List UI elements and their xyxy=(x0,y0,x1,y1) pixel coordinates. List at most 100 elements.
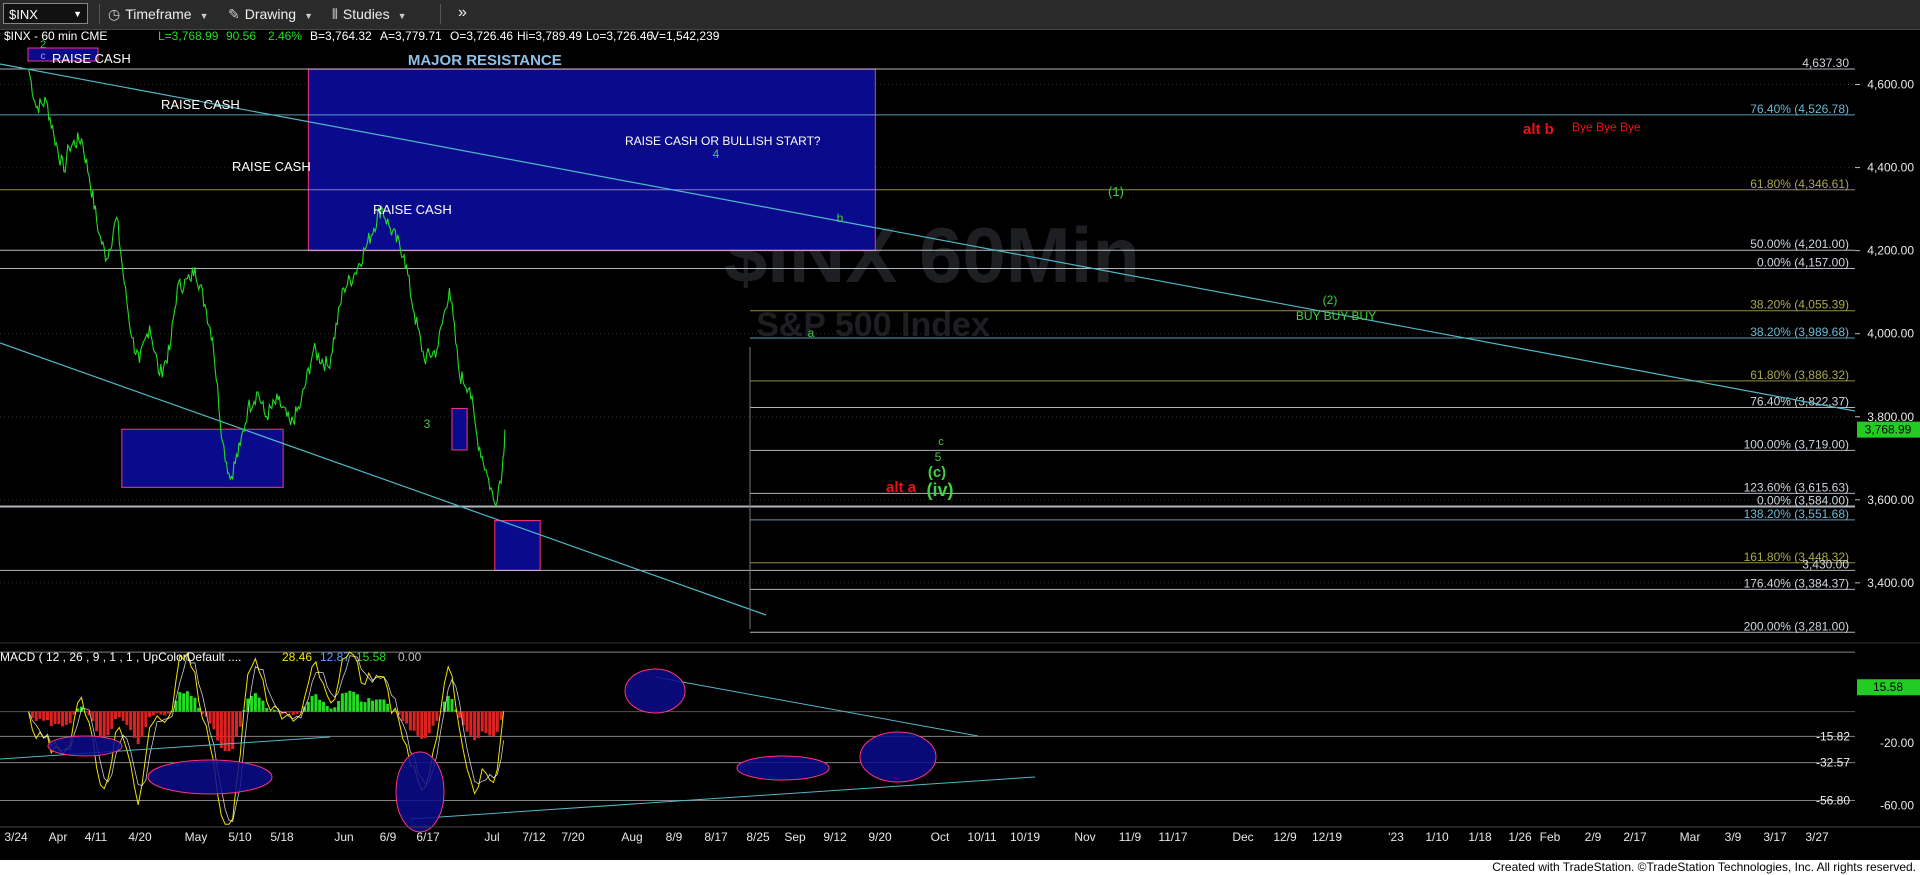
open-value: O=3,726.46 xyxy=(450,29,513,43)
price-axis-label: 4,000.00 xyxy=(1867,327,1914,341)
date-axis-label: Jul xyxy=(484,830,499,844)
studies-icon: ⫴ xyxy=(332,6,338,22)
zone-box xyxy=(121,428,284,488)
date-axis-label: Jun xyxy=(334,830,353,844)
macd-highlight-ellipse xyxy=(859,731,937,783)
zone-label: MAJOR RESISTANCE xyxy=(408,52,562,69)
tradestation-window: { "toolbar": { "symbol": "$INX", "timefr… xyxy=(0,0,1920,875)
bid-value: B=3,764.32 xyxy=(310,29,372,43)
symbol-selector[interactable]: $INX ▼ xyxy=(3,3,88,24)
fib-level-label: 138.20% (3,551.68) xyxy=(1744,507,1849,521)
chevron-down-icon: ▼ xyxy=(304,11,314,21)
fib-level-label: 4,637.30 xyxy=(1802,56,1849,70)
date-axis-label: Apr xyxy=(49,830,68,844)
wave-annotation: c xyxy=(41,51,46,62)
wave-annotation: RAISE CASH xyxy=(52,51,131,66)
price-axis-label: 4,600.00 xyxy=(1867,78,1914,92)
toolbar: $INX ▼ ◷ Timeframe ▼ ✎ Drawing ▼ ⫴ Studies ▼ » xyxy=(0,0,1920,30)
low-value: Lo=3,726.46 xyxy=(586,29,653,43)
fib-level-label: 176.40% (3,384.37) xyxy=(1744,576,1849,590)
date-axis-label: 3/27 xyxy=(1805,830,1829,844)
more-tools-button[interactable]: » xyxy=(458,2,467,23)
fib-level-label: 76.40% (3,822.37) xyxy=(1750,394,1849,408)
wave-annotation: 3 xyxy=(424,417,431,431)
date-axis-label: 8/9 xyxy=(666,830,683,844)
chevron-down-icon: ▼ xyxy=(397,11,407,21)
trend-line xyxy=(0,63,1856,412)
macd-highlight-ellipse xyxy=(624,668,686,714)
fib-level-label: 200.00% (3,281.00) xyxy=(1744,619,1849,633)
macd-level-label: -15.82 xyxy=(1816,729,1850,743)
wave-annotation: 5 xyxy=(935,450,942,464)
date-axis-label: 8/17 xyxy=(704,830,728,844)
date-axis-label: 3/9 xyxy=(1725,830,1742,844)
wave-annotation: alt b xyxy=(1523,121,1554,138)
fib-level-label: 100.00% (3,719.00) xyxy=(1744,437,1849,451)
date-axis-label: May xyxy=(185,830,208,844)
wave-annotation: (1) xyxy=(1108,184,1124,199)
date-axis-label: 1/10 xyxy=(1425,830,1449,844)
date-axis-label: 7/12 xyxy=(522,830,546,844)
date-axis-label: Mar xyxy=(1680,830,1701,844)
macd-trend-line xyxy=(409,776,1036,820)
date-axis-label: 1/26 xyxy=(1508,830,1532,844)
date-axis-label: 10/11 xyxy=(967,830,996,844)
wave-annotation: c xyxy=(938,436,944,448)
fib-level-label: 123.60% (3,615.63) xyxy=(1744,480,1849,494)
macd-highlight-ellipse xyxy=(395,751,445,833)
fib-level-label: 50.00% (4,201.00) xyxy=(1750,237,1849,251)
zone-box xyxy=(451,407,468,451)
date-axis-label: 6/9 xyxy=(380,830,397,844)
macd-highlight-ellipse xyxy=(147,759,273,795)
macd-level-label: -56.80 xyxy=(1816,794,1850,808)
date-axis-label: Dec xyxy=(1232,830,1253,844)
date-axis-label: Aug xyxy=(621,830,642,844)
macd-axis-label: -60.00 xyxy=(1880,799,1914,813)
drawing-button[interactable]: ✎ Drawing ▼ xyxy=(228,4,313,25)
wave-annotation: RAISE CASH xyxy=(232,159,311,174)
macd-level-label: -32.57 xyxy=(1816,756,1850,770)
date-axis-label: 11/9 xyxy=(1119,830,1142,844)
date-axis-label: 6/17 xyxy=(416,830,440,844)
timeframe-button[interactable]: ◷ Timeframe ▼ xyxy=(108,4,209,25)
price-axis-label: 4,200.00 xyxy=(1867,244,1914,258)
date-axis-label: 9/12 xyxy=(823,830,847,844)
toolbar-divider xyxy=(99,4,100,24)
studies-button[interactable]: ⫴ Studies ▼ xyxy=(332,4,407,25)
macd-trend-line xyxy=(654,676,979,737)
wave-annotation: b xyxy=(837,211,844,225)
date-axis-label: 4/11 xyxy=(85,830,108,844)
footer: Created with TradeStation. ©TradeStation… xyxy=(0,860,1920,875)
date-axis-label: Oct xyxy=(931,830,950,844)
wave-annotation: Bye Bye Bye xyxy=(1572,120,1641,134)
fib-level-label: 38.20% (3,989.68) xyxy=(1750,325,1849,339)
date-axis-label: Sep xyxy=(784,830,806,844)
price-axis-label: 4,400.00 xyxy=(1867,161,1914,175)
chart-area[interactable]: $INX - 60 min CME L=3,768.99 90.56 2.46% B=3… xyxy=(0,29,1920,875)
fib-level-label: 3,430.00 xyxy=(1802,557,1849,571)
fib-level-label: 61.80% (4,346.61) xyxy=(1750,177,1849,191)
clock-icon: ◷ xyxy=(108,6,121,22)
fib-level-label: 38.20% (4,055.39) xyxy=(1750,298,1849,312)
date-axis-label: '23 xyxy=(1388,830,1404,844)
toolbar-divider xyxy=(440,4,441,24)
date-axis-label: 3/24 xyxy=(4,830,28,844)
date-axis-label: 11/17 xyxy=(1158,830,1187,844)
fib-level-label: 76.40% (4,526.78) xyxy=(1750,102,1849,116)
date-axis-label: 4/20 xyxy=(128,830,152,844)
date-axis-label: 2/17 xyxy=(1623,830,1647,844)
high-value: Hi=3,789.49 xyxy=(517,29,582,43)
fib-level-label: 0.00% (4,157.00) xyxy=(1757,255,1849,269)
macd-axis-label: -20.00 xyxy=(1880,736,1914,750)
date-axis-label: 12/19 xyxy=(1312,830,1342,844)
wave-annotation: 2 xyxy=(40,39,46,51)
volume-value: V=1,542,239 xyxy=(651,29,720,43)
date-axis-label: 5/10 xyxy=(228,830,252,844)
chevron-down-icon: ▼ xyxy=(73,9,82,19)
chevron-down-icon: ▼ xyxy=(199,11,209,21)
date-axis-label: Nov xyxy=(1074,830,1095,844)
zone-box xyxy=(494,520,541,571)
wave-annotation: alt a xyxy=(886,479,917,496)
price-axis-label: 3,400.00 xyxy=(1867,576,1914,590)
date-axis-label: 1/18 xyxy=(1468,830,1492,844)
